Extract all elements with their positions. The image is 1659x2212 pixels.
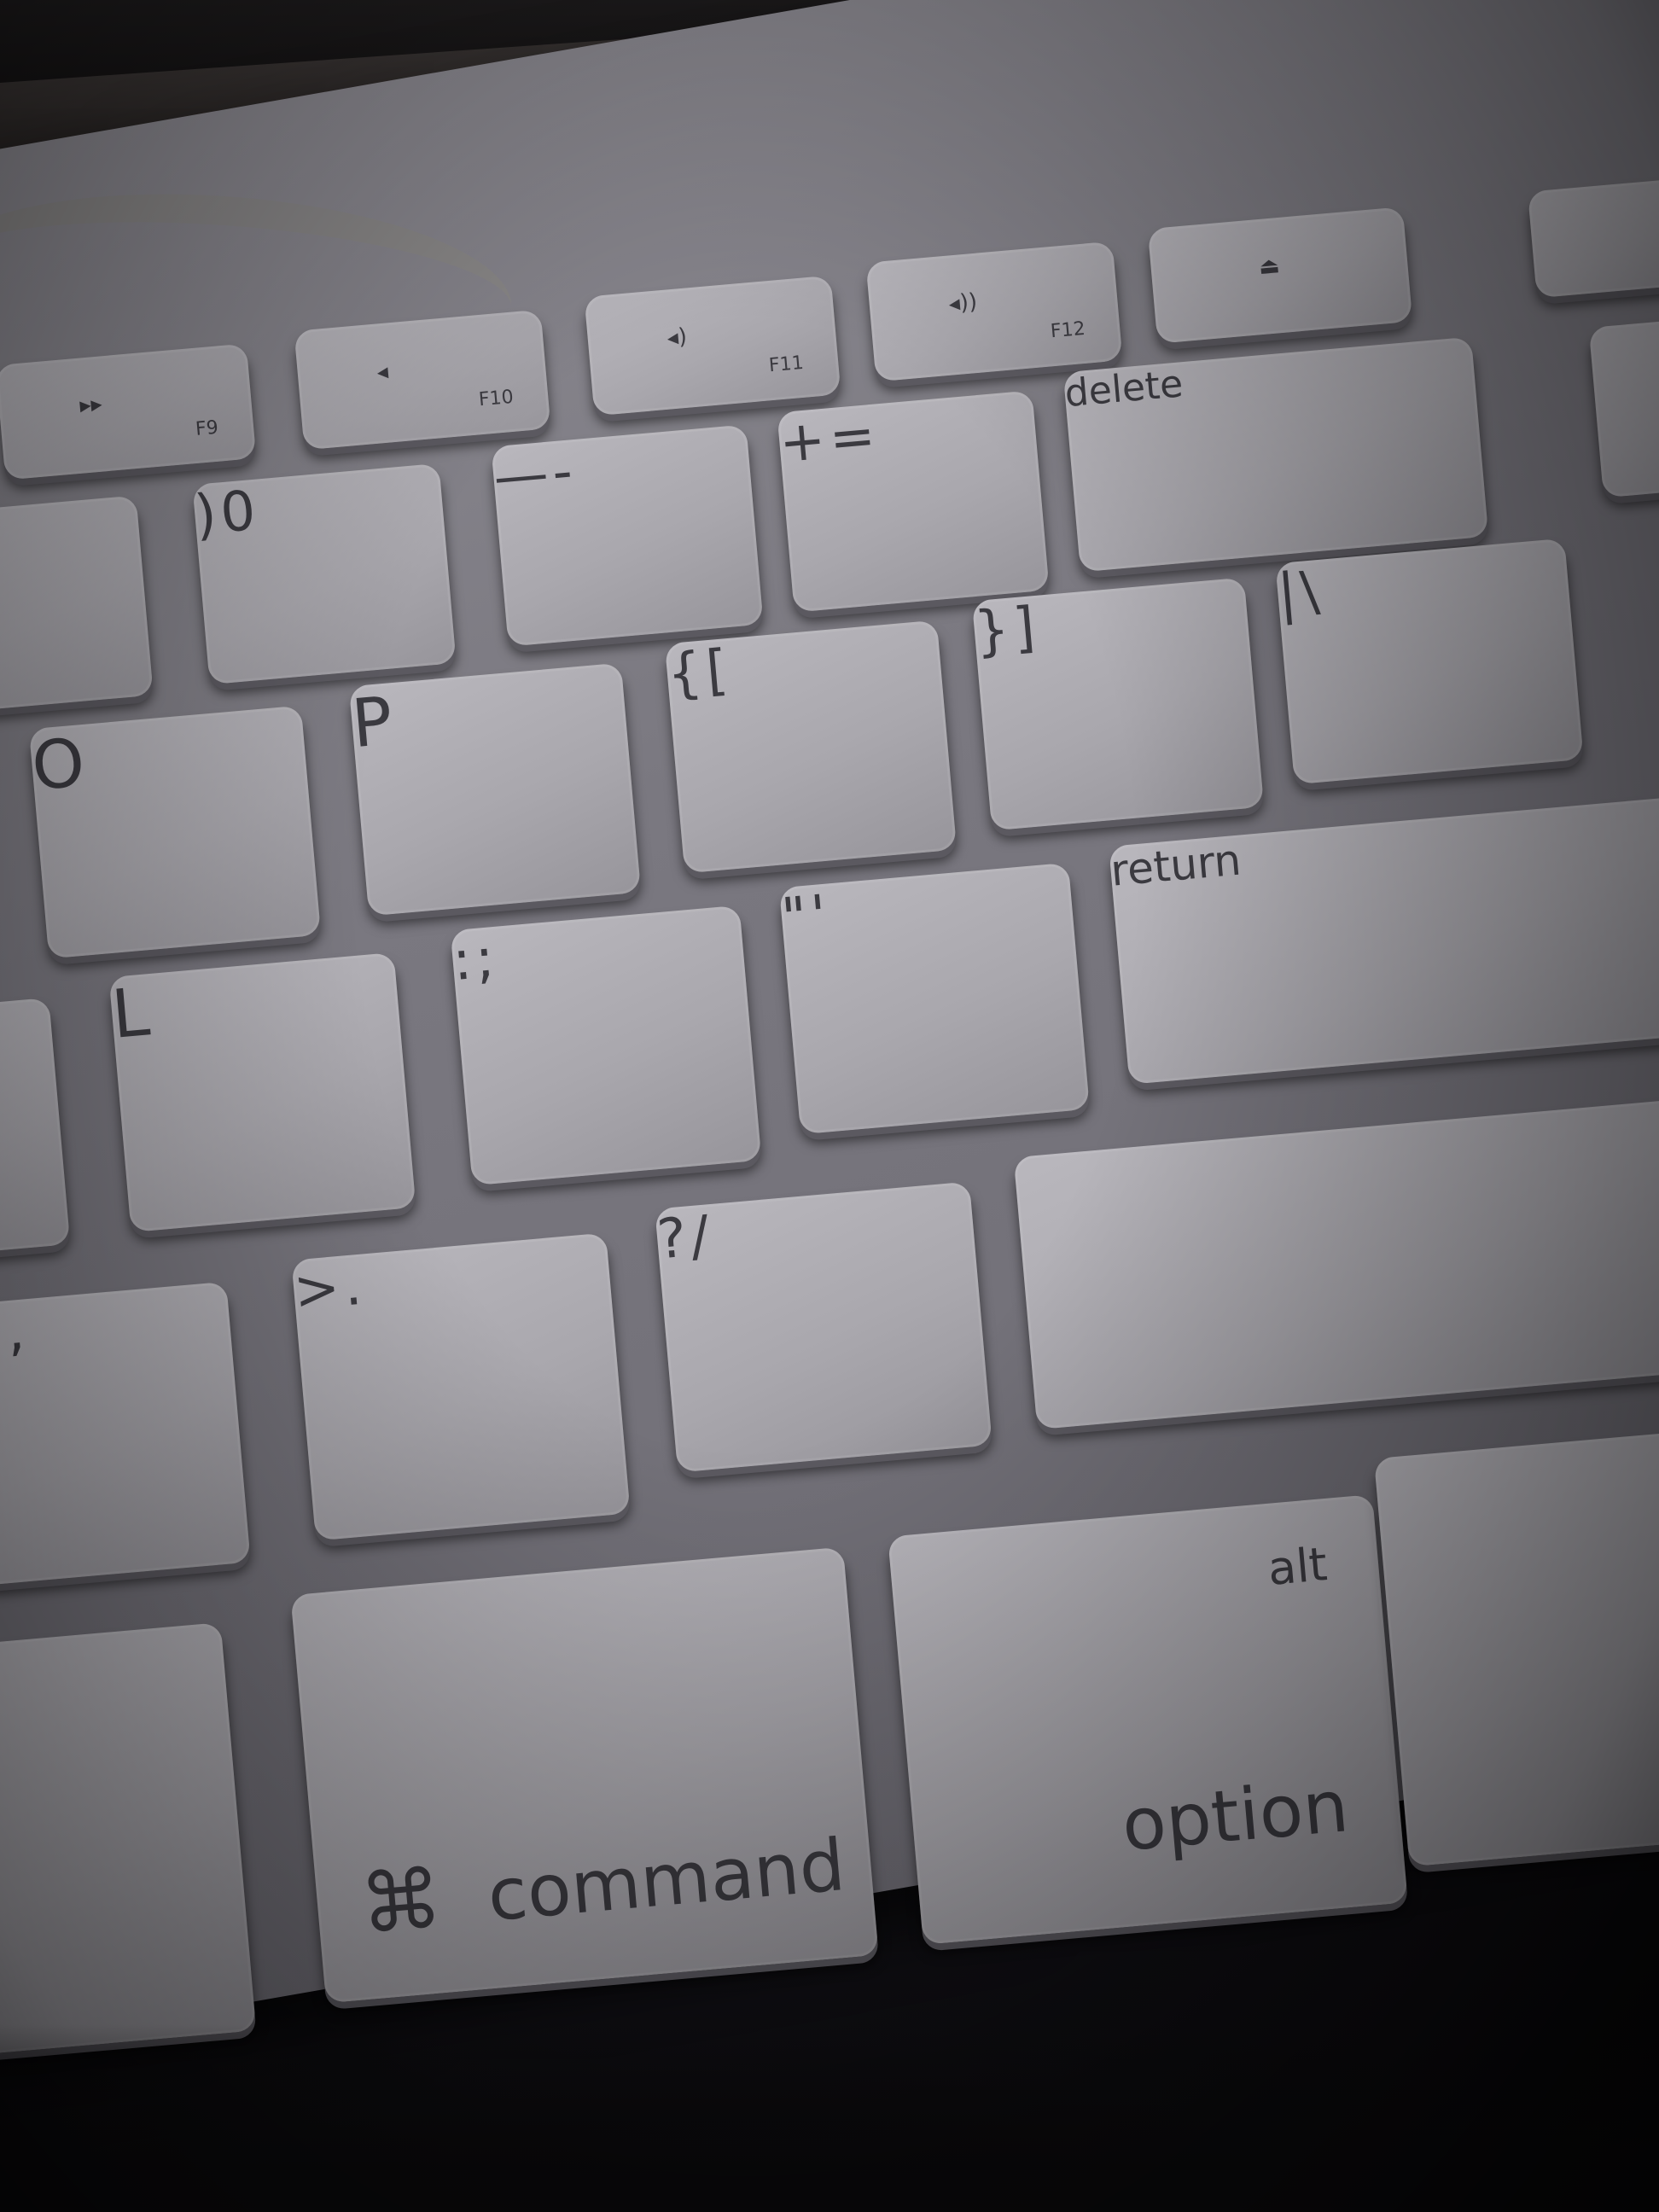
key-period[interactable]: > . bbox=[291, 1232, 631, 1541]
key-f10[interactable]: ◂ F10 bbox=[294, 309, 551, 451]
key-f10-fn-label: F10 bbox=[477, 386, 515, 411]
key-command-label: command bbox=[484, 1823, 848, 1938]
key-slash-bottom-label: / bbox=[688, 1204, 713, 1270]
key-backslash[interactable]: | \ bbox=[1275, 538, 1584, 785]
key-9[interactable]: ( 9 bbox=[0, 495, 154, 713]
key-partial-right-top[interactable] bbox=[1527, 175, 1659, 299]
key-minus-bottom-label: - bbox=[550, 439, 575, 505]
key-o[interactable]: O bbox=[28, 705, 322, 959]
key-bracket-left-top-label: { bbox=[664, 640, 705, 707]
key-comma-bottom-label: , bbox=[3, 1299, 27, 1365]
key-bracket-left-bottom-label: [ bbox=[703, 638, 731, 704]
key-o-label: O bbox=[28, 725, 88, 806]
key-comma[interactable]: < , bbox=[0, 1281, 251, 1586]
key-l-label: L bbox=[108, 974, 153, 1054]
key-bracket-right[interactable]: } ] bbox=[971, 577, 1265, 831]
key-slash[interactable]: ? / bbox=[655, 1181, 992, 1473]
key-period-top-label: > bbox=[291, 1256, 343, 1324]
volume-up-icon: ◂)) bbox=[947, 288, 979, 317]
volume-down-icon: ◂) bbox=[666, 323, 689, 352]
key-semicolon[interactable]: : ; bbox=[450, 905, 762, 1186]
foreground-shadow bbox=[0, 2024, 1659, 2212]
key-9-bottom-label: 9 bbox=[0, 507, 7, 573]
key-f9[interactable]: ▸▸ F9 bbox=[0, 343, 257, 480]
key-option[interactable]: alt option bbox=[888, 1494, 1408, 1945]
command-icon: ⌘ bbox=[356, 1850, 446, 1953]
photo-scene: ▸▸ F9 ◂ F10 ◂) F11 ◂)) F12 ⏏ ( 9 ) 0 — -… bbox=[0, 0, 1659, 2212]
key-p-label: P bbox=[348, 683, 396, 764]
key-right-command-partial[interactable] bbox=[1373, 1427, 1659, 1867]
key-option-alt-label: alt bbox=[1266, 1537, 1330, 1596]
key-l[interactable]: L bbox=[108, 952, 416, 1233]
key-f11[interactable]: ◂) F11 bbox=[584, 275, 841, 416]
key-bracket-left[interactable]: { [ bbox=[664, 620, 958, 874]
key-quote-top-label: " bbox=[779, 885, 810, 952]
key-space-partial[interactable] bbox=[0, 1622, 257, 2056]
key-option-label: option bbox=[1118, 1764, 1352, 1867]
key-p[interactable]: P bbox=[348, 662, 642, 917]
eject-icon: ⏏ bbox=[1257, 252, 1281, 280]
key-minus-top-label: — bbox=[491, 441, 551, 510]
key-bracket-right-top-label: } bbox=[971, 597, 1012, 665]
key-equals[interactable]: + = bbox=[777, 390, 1050, 613]
key-eject[interactable]: ⏏ bbox=[1147, 207, 1413, 344]
key-backslash-bottom-label: \ bbox=[1297, 560, 1322, 625]
key-f11-fn-label: F11 bbox=[767, 352, 805, 377]
key-f12[interactable]: ◂)) F12 bbox=[865, 241, 1123, 382]
key-command[interactable]: ⌘ command bbox=[290, 1546, 879, 2004]
key-slash-top-label: ? bbox=[655, 1206, 690, 1272]
key-quote[interactable]: " ' bbox=[779, 862, 1090, 1135]
key-return-label: return bbox=[1109, 835, 1243, 896]
key-delete[interactable]: delete bbox=[1062, 336, 1489, 573]
key-0-top-label: ) bbox=[192, 482, 219, 548]
key-delete-label: delete bbox=[1062, 362, 1185, 416]
key-minus[interactable]: — - bbox=[491, 424, 764, 647]
mute-icon: ◂ bbox=[375, 358, 390, 386]
key-quote-bottom-label: ' bbox=[808, 883, 830, 949]
key-equals-top-label: + bbox=[777, 408, 829, 476]
key-bracket-right-bottom-label: ] bbox=[1010, 596, 1038, 661]
key-semicolon-bottom-label: ; bbox=[473, 927, 498, 992]
fast-forward-icon: ▸▸ bbox=[79, 390, 103, 419]
key-f9-fn-label: F9 bbox=[195, 416, 219, 440]
key-equals-bottom-label: = bbox=[826, 404, 878, 472]
key-0[interactable]: ) 0 bbox=[192, 463, 457, 685]
key-f12-fn-label: F12 bbox=[1049, 317, 1086, 343]
key-period-bottom-label: . bbox=[341, 1254, 364, 1319]
key-0-bottom-label: 0 bbox=[218, 479, 259, 546]
